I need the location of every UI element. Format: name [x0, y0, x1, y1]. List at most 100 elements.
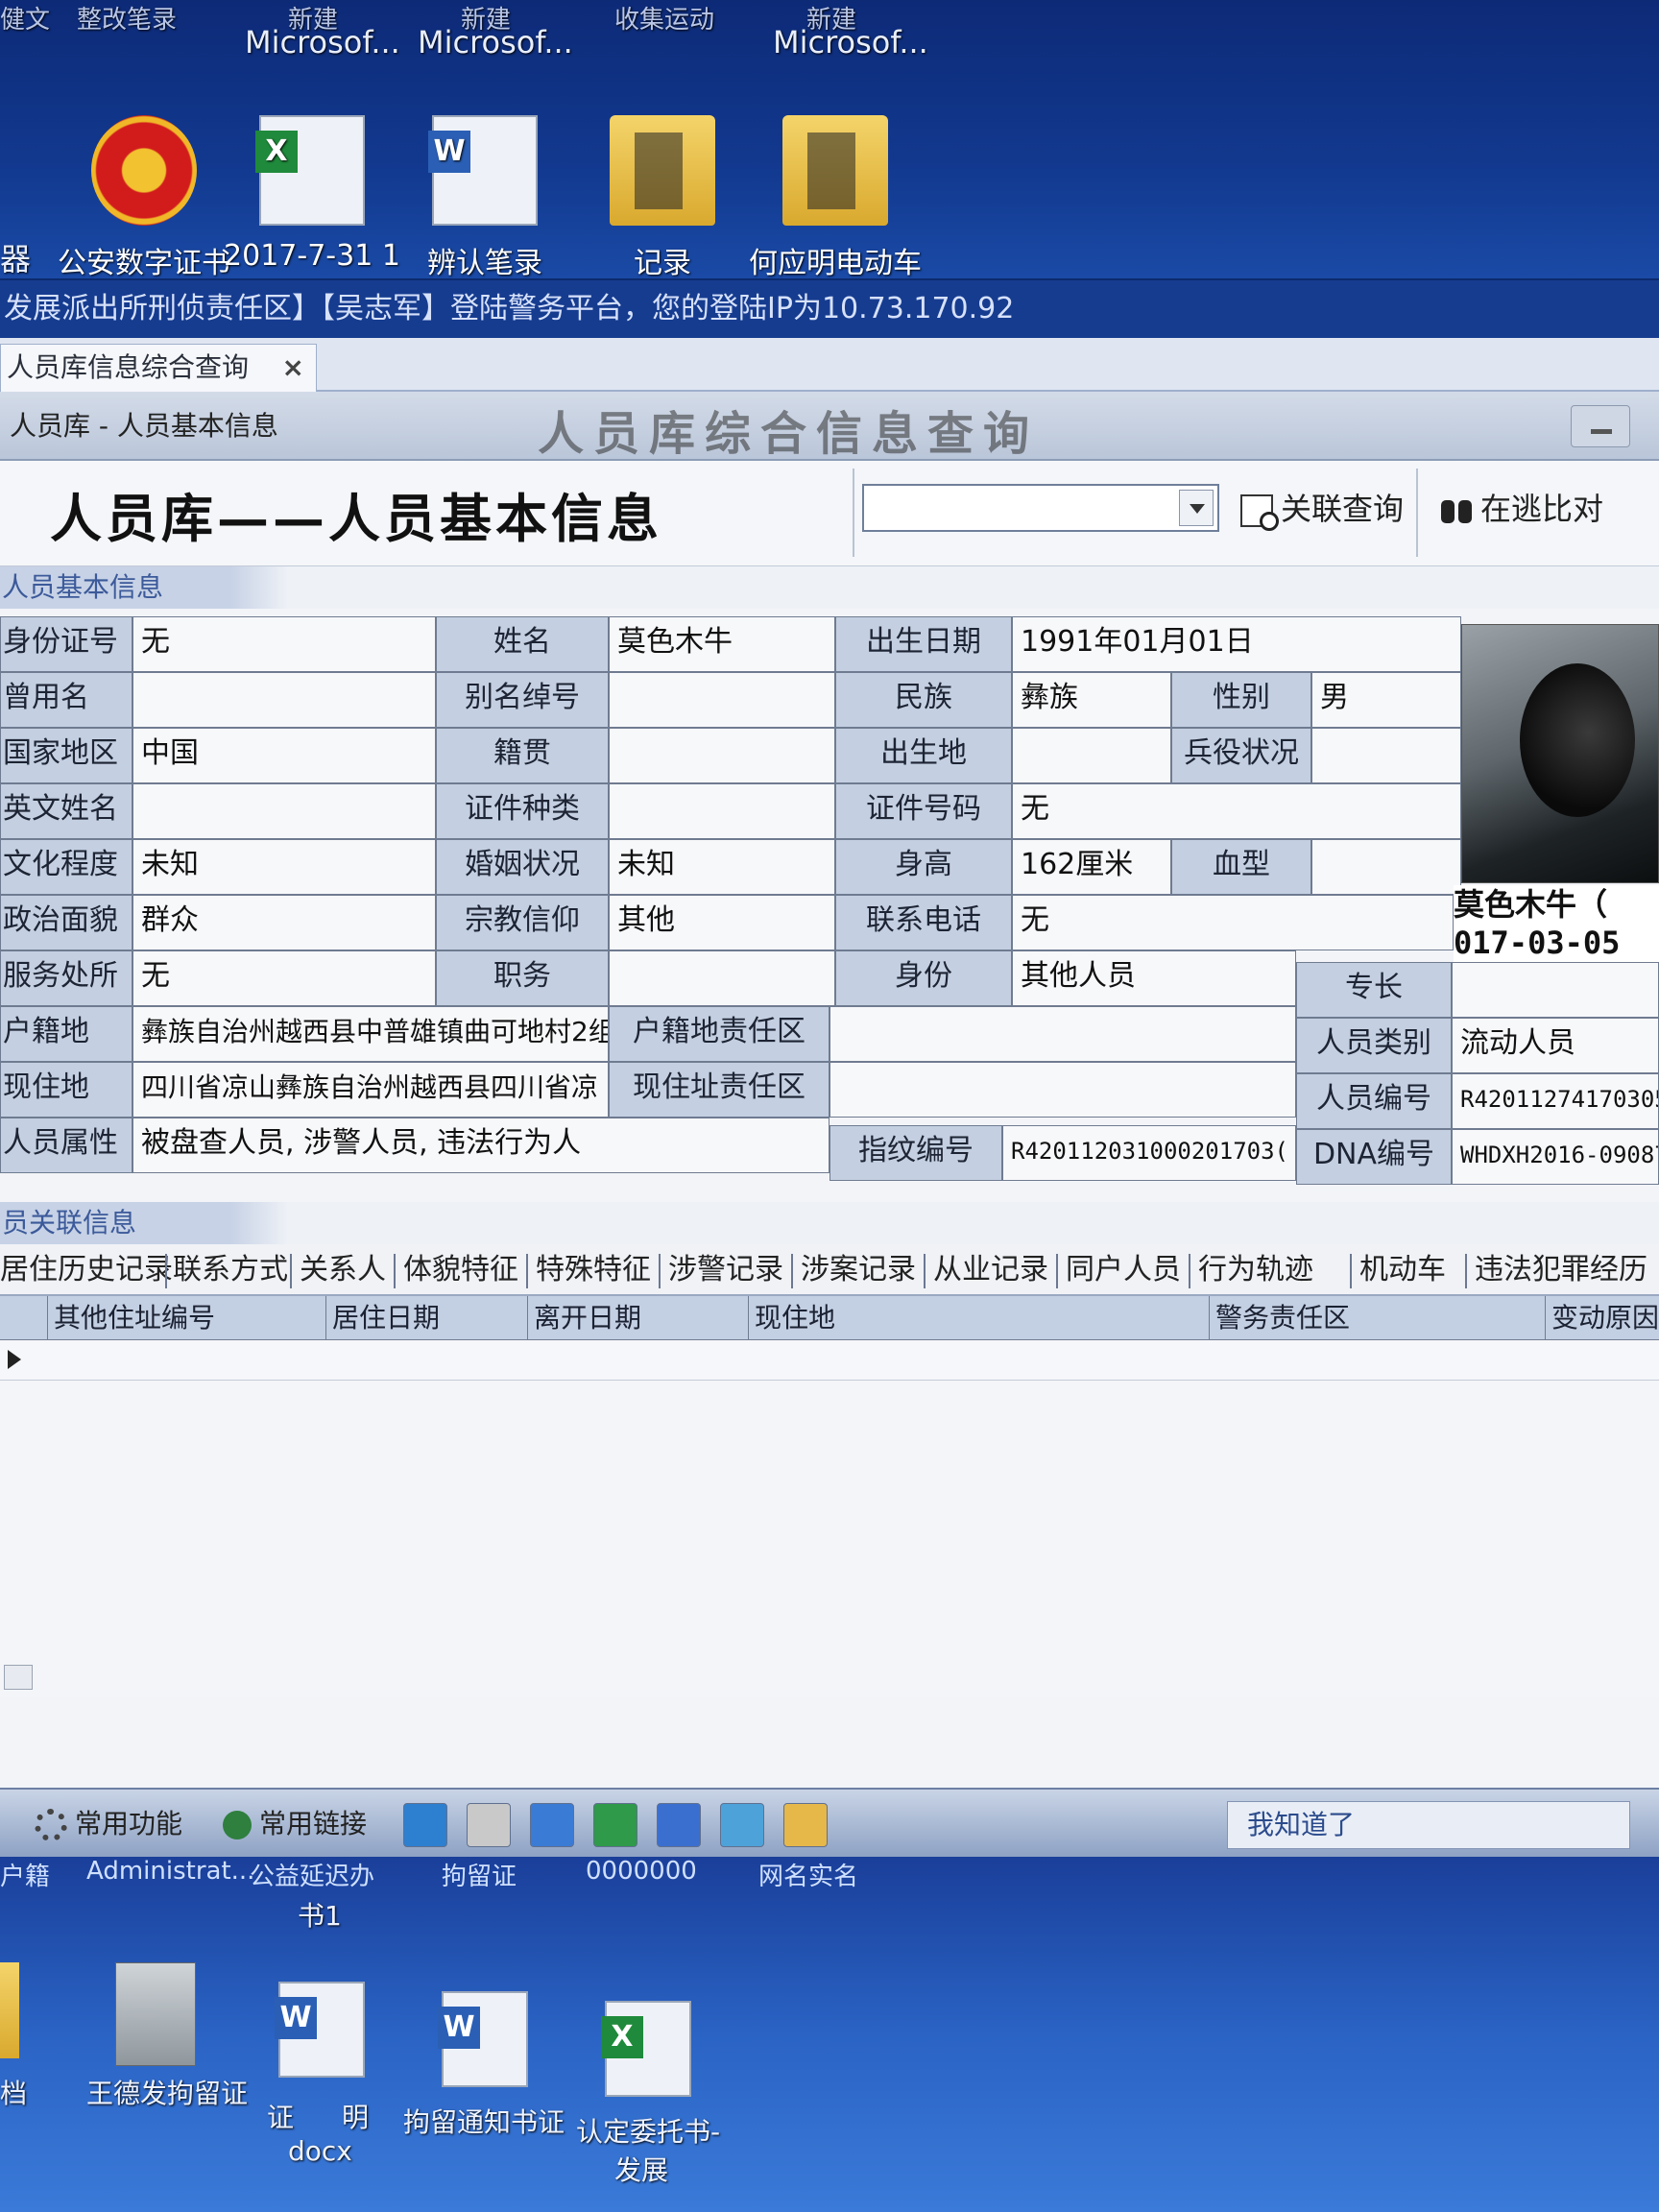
window-title: 人员库综合信息查询 — [538, 407, 1040, 461]
label-hukou-zone: 户籍地责任区 — [609, 1006, 830, 1062]
desktop-label[interactable]: 0000000 — [586, 1857, 697, 1889]
desktop-label[interactable]: Microsof... — [418, 24, 573, 60]
label-phone: 联系电话 — [835, 895, 1012, 950]
tab-vehicles[interactable]: 机动车 — [1359, 1248, 1446, 1292]
common-functions-button[interactable]: 常用功能 — [35, 1797, 182, 1851]
divider — [1465, 1254, 1467, 1288]
field-ethnicity: 彝族 — [1012, 672, 1171, 728]
chevron-down-icon[interactable] — [1179, 490, 1214, 526]
tab-residence-history[interactable]: 居住历史记录 — [0, 1248, 173, 1292]
tab-employment[interactable]: 从业记录 — [933, 1248, 1048, 1292]
label-birth-date: 出生日期 — [835, 616, 1012, 672]
divider — [394, 1254, 396, 1288]
tab-criminal-history[interactable]: 违法犯罪经历 — [1475, 1248, 1647, 1292]
tab-contacts[interactable]: 联系方式 — [173, 1248, 288, 1292]
divider — [924, 1254, 926, 1288]
word-doc-icon[interactable] — [275, 1982, 365, 2078]
label-birthplace: 出生地 — [835, 728, 1012, 783]
desktop-label[interactable]: 拘留证 — [442, 1857, 517, 1889]
column-header[interactable]: 警务责任区 — [1210, 1296, 1546, 1340]
document-thumbnail-icon[interactable] — [115, 1962, 196, 2066]
label-height: 身高 — [835, 839, 1012, 895]
word-doc-icon[interactable] — [438, 1991, 528, 2087]
divider — [853, 469, 854, 557]
close-icon[interactable]: × — [282, 345, 304, 391]
browser-icon[interactable] — [720, 1803, 764, 1847]
label-name: 姓名 — [436, 616, 609, 672]
tab-police-records[interactable]: 涉警记录 — [668, 1248, 783, 1292]
folder-icon — [782, 115, 888, 226]
query-select[interactable] — [862, 484, 1219, 532]
folder-icon[interactable] — [0, 1962, 19, 2058]
field-dna: WHDXH2016-09087 — [1452, 1129, 1659, 1185]
field-former-name — [132, 672, 436, 728]
acknowledge-button[interactable]: 我知道了 — [1227, 1801, 1630, 1849]
select-all-checkbox[interactable] — [0, 1296, 48, 1340]
desktop-label[interactable]: Microsof... — [773, 24, 928, 60]
tab-physical-features[interactable]: 体貌特征 — [403, 1248, 518, 1292]
desktop-left-fragment: 器 — [0, 241, 32, 277]
tab-special-features[interactable]: 特殊特征 — [536, 1248, 651, 1292]
desktop-label[interactable]: 户籍 — [0, 1857, 50, 1889]
divider — [290, 1254, 292, 1288]
desktop-icon[interactable] — [530, 1803, 574, 1847]
minimize-button[interactable] — [1571, 405, 1630, 447]
fugitive-compare-button[interactable]: 在逃比对 — [1440, 482, 1603, 536]
divider — [659, 1254, 661, 1288]
desktop-icon-folder-records[interactable]: 记录 — [566, 115, 758, 281]
label-id-number: 身份证号 — [0, 616, 132, 672]
column-header[interactable]: 其他住址编号 — [48, 1296, 326, 1340]
label-blood-type: 血型 — [1171, 839, 1311, 895]
desktop-icon-folder-ebike[interactable]: 何应明电动车 — [739, 115, 931, 281]
desktop-label: 王德发拘留证 — [86, 2078, 249, 2109]
label-person-number: 人员编号 — [1296, 1073, 1452, 1129]
related-query-button[interactable]: 关联查询 — [1240, 482, 1404, 536]
column-header[interactable]: 变动原因 — [1546, 1296, 1659, 1340]
desktop-icon-police-cert[interactable]: 公安数字证书 — [48, 115, 240, 281]
scroll-left-button[interactable] — [4, 1665, 33, 1690]
label-residence: 现住地 — [0, 1062, 132, 1118]
excel-doc-icon[interactable] — [601, 2001, 691, 2097]
desktop-label[interactable]: Microsof... — [245, 24, 400, 60]
label-country: 国家地区 — [0, 728, 132, 783]
tab-case-records[interactable]: 涉案记录 — [801, 1248, 916, 1292]
field-hukou: 彝族自治州越西县中普雄镇曲可地村2组 — [132, 1006, 609, 1062]
photo-caption: 莫色木牛（ 017-03-05 — [1454, 885, 1659, 962]
excel-icon[interactable] — [593, 1803, 637, 1847]
field-residence: 四川省凉山彝族自治州越西县四川省凉 — [132, 1062, 609, 1118]
column-header[interactable]: 居住日期 — [326, 1296, 528, 1340]
label-fingerprint: 指纹编号 — [830, 1125, 1002, 1181]
desktop-label[interactable]: Administrat... — [86, 1857, 254, 1889]
divider — [791, 1254, 793, 1288]
grid-header: 其他住址编号 居住日期 离开日期 现住地 警务责任区 变动原因 — [0, 1296, 1659, 1340]
phone-icon[interactable] — [403, 1803, 447, 1847]
field-religion: 其他 — [609, 895, 835, 950]
desktop-label[interactable]: 网名实名 — [758, 1857, 858, 1889]
desktop-label: 发展 — [614, 2154, 669, 2186]
desktop-label: 书1 — [298, 1900, 342, 1932]
field-native-place — [609, 728, 835, 783]
field-military — [1311, 728, 1461, 783]
table-row[interactable] — [0, 1340, 1659, 1381]
field-hukou-zone — [830, 1006, 1296, 1062]
label-education: 文化程度 — [0, 839, 132, 895]
excel-doc-icon — [255, 115, 365, 226]
tab-person-query[interactable]: 人员库信息综合查询 × — [0, 344, 317, 392]
tools-icon[interactable] — [467, 1803, 511, 1847]
desktop-label[interactable]: 公益延迟办 — [250, 1857, 374, 1889]
column-header[interactable]: 现住地 — [749, 1296, 1210, 1340]
word-icon[interactable] — [657, 1803, 701, 1847]
tab-related-persons[interactable]: 关系人 — [300, 1248, 386, 1292]
desktop-icon-word[interactable]: 辨认笔录 — [389, 115, 581, 281]
tab-household[interactable]: 同户人员 — [1066, 1248, 1181, 1292]
field-person-number: R42011274170305 — [1452, 1073, 1659, 1129]
field-cert-number: 无 — [1012, 783, 1461, 839]
column-header[interactable]: 离开日期 — [528, 1296, 749, 1340]
common-links-button[interactable]: 常用链接 — [223, 1797, 367, 1851]
label-residence-zone: 现住址责任区 — [609, 1062, 830, 1118]
tab-trajectory[interactable]: 行为轨迹 — [1198, 1248, 1313, 1292]
desktop-icon-label: 记录 — [634, 247, 691, 280]
related-query-label: 关联查询 — [1281, 491, 1405, 527]
desktop-icon-excel[interactable]: 2017-7-31 1 — [216, 115, 408, 273]
app-icon[interactable] — [783, 1803, 828, 1847]
